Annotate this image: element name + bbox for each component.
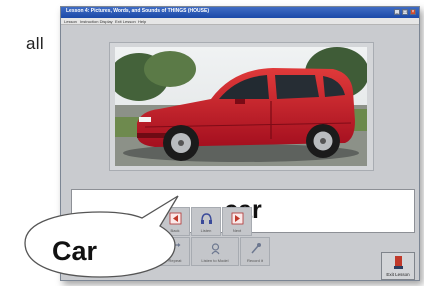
screenshot-stage: all Lesson 4: Pictures, Words, and Sound… bbox=[0, 0, 424, 286]
callout-word: Car bbox=[52, 236, 98, 266]
